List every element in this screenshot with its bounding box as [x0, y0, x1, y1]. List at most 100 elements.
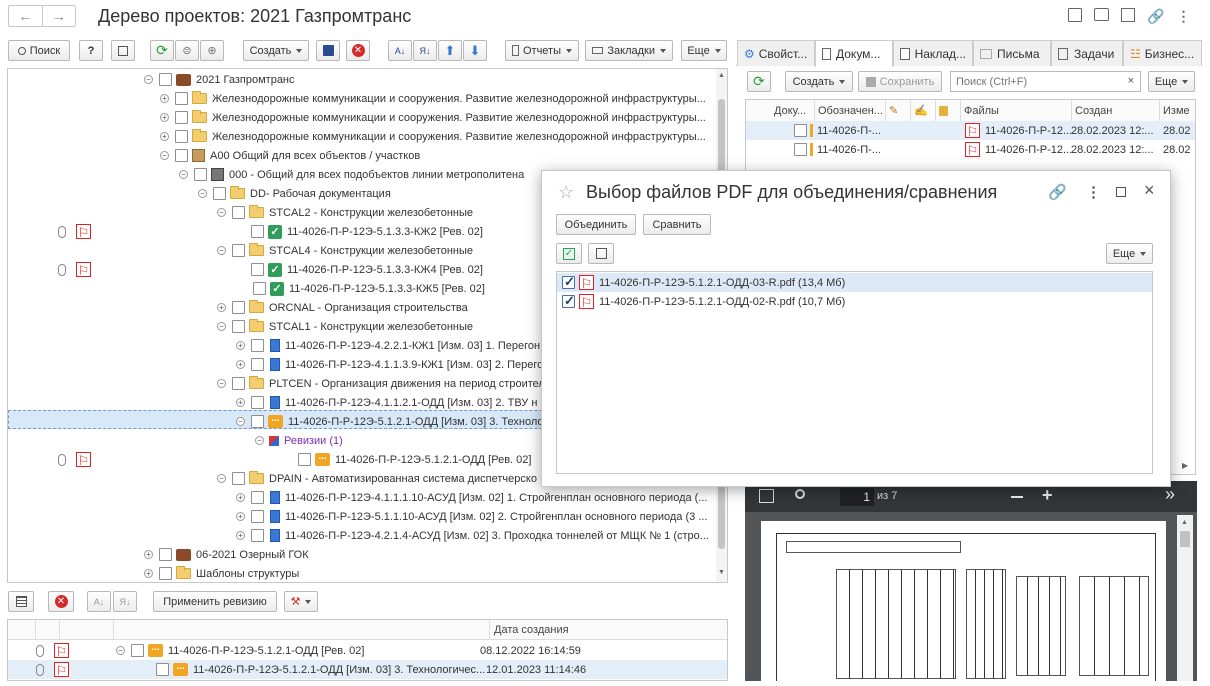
search-button[interactable]: Поиск: [8, 40, 70, 61]
docs-save-button[interactable]: Сохранить: [858, 71, 942, 92]
row-checkbox[interactable]: [794, 124, 807, 137]
tree-checkbox[interactable]: [175, 149, 188, 162]
col-files[interactable]: Файлы: [961, 100, 1072, 121]
tree-checkbox[interactable]: [194, 168, 207, 181]
compare-button[interactable]: Сравнить: [643, 214, 711, 235]
tree-row[interactable]: + ORCNAL - Организация строительства: [217, 298, 468, 317]
maximize-icon[interactable]: [1116, 187, 1126, 197]
tree-checkbox[interactable]: [253, 282, 266, 295]
row-checkbox[interactable]: [156, 663, 169, 676]
collapse-toggle-icon[interactable]: −: [217, 208, 226, 217]
tree-row-doc[interactable]: +11-4026-П-Р-12Э-5.1.1.10-АСУД [Изм. 02]…: [236, 507, 708, 526]
tree-row[interactable]: + Железнодорожные коммуникации и сооружен…: [160, 127, 706, 146]
col-sign-icon[interactable]: ✍: [911, 100, 936, 121]
pdf-scrollbar[interactable]: ▲: [1177, 515, 1193, 681]
tree-row[interactable]: − А00 Общий для всех объектов / участков: [160, 146, 420, 165]
scroll-up-icon[interactable]: ▲: [1181, 519, 1188, 526]
tree-row-doc[interactable]: +11-4026-П-Р-12Э-4.1.1.1.10-АСУД [Изм. 0…: [236, 488, 708, 507]
delete-icon[interactable]: ✕: [48, 591, 74, 612]
tree-checkbox[interactable]: [298, 453, 311, 466]
tab-properties[interactable]: ⚙ Свойст...: [737, 40, 815, 66]
pdf-icon[interactable]: ⚐: [76, 262, 91, 278]
collapse-toggle-icon[interactable]: −: [179, 170, 188, 179]
tree-row[interactable]: − STCAL4 - Конструкции железобетонные: [217, 241, 473, 260]
tree-row[interactable]: − 000 - Общий для всех подобъектов линии …: [179, 165, 524, 184]
expand-toggle-icon[interactable]: +: [144, 550, 153, 559]
back-arrow-icon[interactable]: ←: [9, 6, 43, 26]
tree-row-doc[interactable]: ✓ 11-4026-П-Р-12Э-5.1.3.3-КЖ5 [Рев. 02]: [253, 279, 485, 298]
collapse-toggle-icon[interactable]: −: [217, 246, 226, 255]
tree-checkbox[interactable]: [232, 301, 245, 314]
close-icon[interactable]: ×: [1144, 180, 1155, 201]
tab-tasks[interactable]: Задачи: [1051, 40, 1123, 66]
print-icon[interactable]: [1094, 8, 1109, 21]
move-down-icon[interactable]: ⬇: [463, 40, 487, 61]
tree-checkbox[interactable]: [159, 73, 172, 86]
tree-checkbox[interactable]: [175, 111, 188, 124]
tree-row[interactable]: − STCAL2 - Конструкции железобетонные: [217, 203, 473, 222]
pdf-icon[interactable]: ⚐: [76, 224, 91, 240]
tree-row[interactable]: + Железнодорожные коммуникации и сооружен…: [160, 89, 706, 108]
tree-row-doc[interactable]: ⚐ ✓ 11-4026-П-Р-12Э-5.1.3.3-КЖ2 [Рев. 02]: [8, 222, 483, 241]
expand-toggle-icon[interactable]: +: [160, 113, 169, 122]
save-disk-icon[interactable]: [316, 40, 340, 61]
bookmarks-dropdown[interactable]: Закладки: [585, 40, 673, 61]
scrollbar-thumb[interactable]: [1180, 531, 1190, 547]
tree-checkbox[interactable]: [232, 377, 245, 390]
docs-more-dropdown[interactable]: Еще: [1148, 71, 1195, 92]
scroll-up-icon[interactable]: ▲: [718, 72, 725, 79]
tree-row-selected[interactable]: −... 11-4026-П-Р-12Э-5.1.2.1-ОДД [Изм. 03…: [236, 412, 544, 431]
zoom-out-icon[interactable]: [1011, 496, 1023, 498]
tree-checkbox[interactable]: [251, 510, 264, 523]
tree-row[interactable]: + Шаблоны структуры: [144, 564, 299, 582]
file-checkbox[interactable]: ✓: [562, 274, 575, 289]
page-number-input[interactable]: 1: [840, 488, 874, 506]
col-changed[interactable]: Изме: [1160, 100, 1194, 121]
collapse-toggle-icon[interactable]: −: [217, 474, 226, 483]
zoom-in-icon[interactable]: +: [1042, 485, 1053, 506]
revision-row[interactable]: ⚐ −... 11-4026-П-Р-12Э-5.1.2.1-ОДД [Рев. 0…: [8, 641, 727, 660]
more-dropdown[interactable]: Еще: [681, 40, 727, 61]
tree-checkbox[interactable]: [251, 358, 264, 371]
check-all-icon[interactable]: ✓: [556, 243, 582, 264]
tree-row-doc[interactable]: +11-4026-П-Р-12Э-4.1.1.2.1-ОДД [Изм. 03]…: [236, 393, 537, 412]
help-button[interactable]: ?: [79, 40, 103, 61]
tree-row[interactable]: + Железнодорожные коммуникации и сооружен…: [160, 108, 706, 127]
col-doc[interactable]: Доку...: [771, 100, 815, 121]
move-up-icon[interactable]: ⬆: [438, 40, 462, 61]
tree-row-doc[interactable]: +11-4026-П-Р-12Э-4.2.1.4-АСУД [Изм. 02] …: [236, 526, 709, 545]
col-pencil-icon[interactable]: ✎: [886, 100, 911, 121]
expand-toggle-icon[interactable]: +: [236, 493, 245, 502]
create-dropdown[interactable]: Создать: [243, 40, 309, 61]
row-checkbox[interactable]: [131, 644, 144, 657]
expand-toggle-icon[interactable]: +: [217, 303, 226, 312]
tree-checkbox[interactable]: [213, 187, 226, 200]
tree-checkbox[interactable]: [251, 225, 264, 238]
link-icon[interactable]: 🔗: [1048, 183, 1067, 201]
uncheck-all-icon[interactable]: [588, 243, 614, 264]
docs-search-field[interactable]: [951, 72, 1116, 91]
row-checkbox[interactable]: [794, 143, 807, 156]
apply-revision-button[interactable]: Применить ревизию: [153, 591, 277, 612]
tree-checkbox[interactable]: [232, 472, 245, 485]
tree-checkbox[interactable]: [159, 567, 172, 580]
forward-arrow-icon[interactable]: →: [43, 6, 76, 26]
tree-row[interactable]: − PLTCEN - Организация движения на период…: [217, 374, 545, 393]
pdf-icon[interactable]: ⚐: [54, 662, 69, 678]
sort-desc-icon[interactable]: Я↓: [113, 591, 137, 612]
tree-checkbox[interactable]: [251, 529, 264, 542]
scroll-right-icon[interactable]: ▶: [1182, 461, 1188, 470]
dialog-more-dropdown[interactable]: Еще: [1106, 243, 1153, 264]
expand-toggle-icon[interactable]: +: [236, 512, 245, 521]
tree-checkbox[interactable]: [232, 320, 245, 333]
expand-toggle-icon[interactable]: +: [236, 341, 245, 350]
collapse-toggle-icon[interactable]: −: [236, 417, 245, 426]
refresh-icon[interactable]: ⟳: [747, 71, 771, 92]
collapse-toggle-icon[interactable]: −: [160, 151, 169, 160]
tree-row[interactable]: − DD- Рабочая документация: [198, 184, 391, 203]
refresh-icon[interactable]: ⟳: [150, 40, 174, 61]
tree-row-doc[interactable]: +11-4026-П-Р-12Э-4.2.2.1-КЖ1 [Изм. 03] 1…: [236, 336, 540, 355]
more-vertical-icon[interactable]: ⋮: [1176, 8, 1190, 25]
sort-asc-icon[interactable]: A↓: [87, 591, 111, 612]
expand-toggle-icon[interactable]: +: [160, 94, 169, 103]
